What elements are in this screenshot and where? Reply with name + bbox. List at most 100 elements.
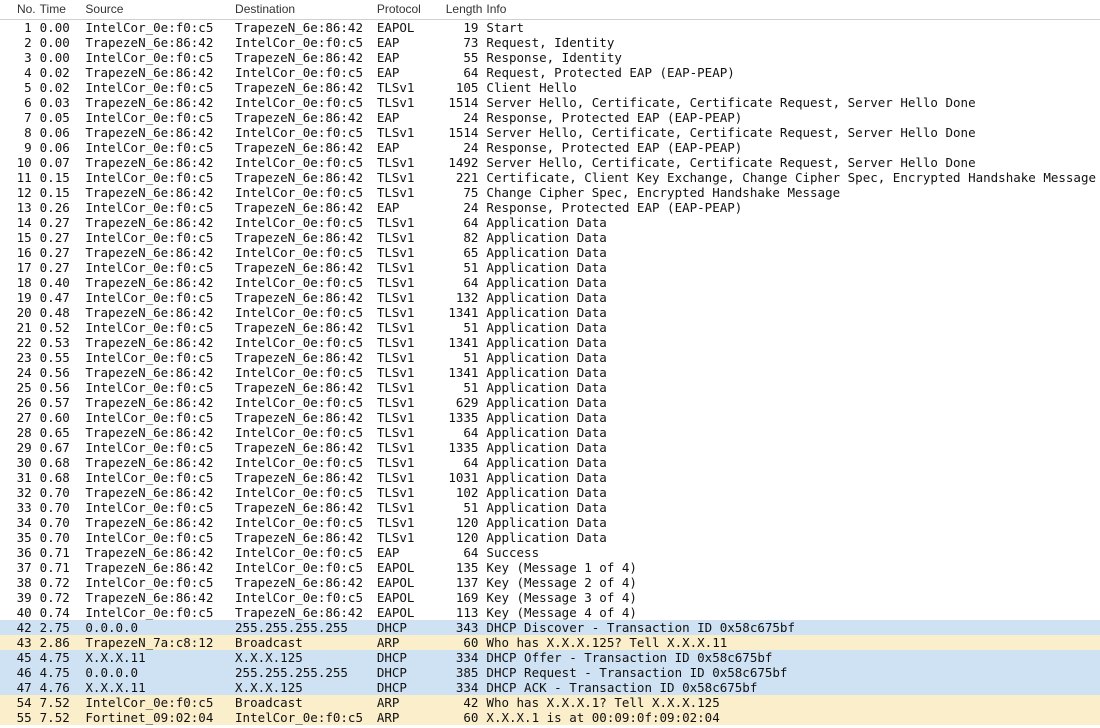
packet-row[interactable]: 390.72TrapezeN_6e:86:42IntelCor_0e:f0:c5…: [0, 590, 1100, 605]
packet-row[interactable]: 120.15TrapezeN_6e:86:42IntelCor_0e:f0:c5…: [0, 185, 1100, 200]
column-header-source[interactable]: Source: [85, 0, 235, 20]
packet-row[interactable]: 180.40TrapezeN_6e:86:42IntelCor_0e:f0:c5…: [0, 275, 1100, 290]
cell-time: 0.55: [40, 350, 86, 365]
packet-row[interactable]: 330.70IntelCor_0e:f0:c5TrapezeN_6e:86:42…: [0, 500, 1100, 515]
cell-source: IntelCor_0e:f0:c5: [85, 140, 235, 155]
cell-length: 334: [439, 680, 487, 695]
cell-destination: TrapezeN_6e:86:42: [235, 50, 377, 65]
packet-row[interactable]: 200.48TrapezeN_6e:86:42IntelCor_0e:f0:c5…: [0, 305, 1100, 320]
cell-no: 15: [0, 230, 40, 245]
packet-row[interactable]: 432.86TrapezeN_7a:c8:12BroadcastARP60Who…: [0, 635, 1100, 650]
packet-row[interactable]: 140.27TrapezeN_6e:86:42IntelCor_0e:f0:c5…: [0, 215, 1100, 230]
packet-row[interactable]: 474.76 X.X.X.11 X.X.X.125DHCP334DHCP ACK…: [0, 680, 1100, 695]
packet-list-header[interactable]: No. Time Source Destination Protocol Len…: [0, 0, 1100, 20]
cell-time: 0.27: [40, 245, 86, 260]
packet-row[interactable]: 40.02TrapezeN_6e:86:42IntelCor_0e:f0:c5E…: [0, 65, 1100, 80]
packet-row[interactable]: 250.56IntelCor_0e:f0:c5TrapezeN_6e:86:42…: [0, 380, 1100, 395]
packet-row[interactable]: 190.47IntelCor_0e:f0:c5TrapezeN_6e:86:42…: [0, 290, 1100, 305]
packet-row[interactable]: 150.27IntelCor_0e:f0:c5TrapezeN_6e:86:42…: [0, 230, 1100, 245]
cell-protocol: EAPOL: [377, 20, 439, 36]
packet-row[interactable]: 422.750.0.0.0255.255.255.255DHCP343DHCP …: [0, 620, 1100, 635]
cell-info: Application Data: [486, 365, 1100, 380]
packet-row[interactable]: 50.02IntelCor_0e:f0:c5TrapezeN_6e:86:42T…: [0, 80, 1100, 95]
cell-time: 0.03: [40, 95, 86, 110]
packet-row[interactable]: 80.06TrapezeN_6e:86:42IntelCor_0e:f0:c5T…: [0, 125, 1100, 140]
cell-protocol: TLSv1: [377, 320, 439, 335]
packet-row[interactable]: 240.56TrapezeN_6e:86:42IntelCor_0e:f0:c5…: [0, 365, 1100, 380]
cell-no: 12: [0, 185, 40, 200]
packet-row[interactable]: 350.70IntelCor_0e:f0:c5TrapezeN_6e:86:42…: [0, 530, 1100, 545]
cell-protocol: TLSv1: [377, 230, 439, 245]
packet-row[interactable]: 310.68IntelCor_0e:f0:c5TrapezeN_6e:86:42…: [0, 470, 1100, 485]
packet-row[interactable]: 160.27TrapezeN_6e:86:42IntelCor_0e:f0:c5…: [0, 245, 1100, 260]
cell-destination: IntelCor_0e:f0:c5: [235, 305, 377, 320]
packet-row[interactable]: 260.57TrapezeN_6e:86:42IntelCor_0e:f0:c5…: [0, 395, 1100, 410]
packet-row[interactable]: 110.15IntelCor_0e:f0:c5TrapezeN_6e:86:42…: [0, 170, 1100, 185]
packet-row[interactable]: 230.55IntelCor_0e:f0:c5TrapezeN_6e:86:42…: [0, 350, 1100, 365]
packet-row[interactable]: 210.52IntelCor_0e:f0:c5TrapezeN_6e:86:42…: [0, 320, 1100, 335]
cell-length: 60: [439, 710, 487, 725]
packet-row[interactable]: 320.70TrapezeN_6e:86:42IntelCor_0e:f0:c5…: [0, 485, 1100, 500]
cell-no: 10: [0, 155, 40, 170]
packet-row[interactable]: 70.05IntelCor_0e:f0:c5TrapezeN_6e:86:42E…: [0, 110, 1100, 125]
cell-protocol: DHCP: [377, 680, 439, 695]
cell-info: Start: [486, 20, 1100, 36]
cell-time: 2.75: [40, 620, 86, 635]
cell-length: 24: [439, 110, 487, 125]
cell-destination: IntelCor_0e:f0:c5: [235, 65, 377, 80]
packet-row[interactable]: 360.71TrapezeN_6e:86:42IntelCor_0e:f0:c5…: [0, 545, 1100, 560]
cell-time: 0.60: [40, 410, 86, 425]
cell-length: 19: [439, 20, 487, 36]
cell-protocol: TLSv1: [377, 275, 439, 290]
cell-source: TrapezeN_6e:86:42: [85, 395, 235, 410]
packet-row[interactable]: 280.65TrapezeN_6e:86:42IntelCor_0e:f0:c5…: [0, 425, 1100, 440]
packet-row[interactable]: 130.26IntelCor_0e:f0:c5TrapezeN_6e:86:42…: [0, 200, 1100, 215]
packet-row[interactable]: 170.27IntelCor_0e:f0:c5TrapezeN_6e:86:42…: [0, 260, 1100, 275]
packet-row[interactable]: 557.52Fortinet_09:02:04IntelCor_0e:f0:c5…: [0, 710, 1100, 725]
cell-time: 0.72: [40, 590, 86, 605]
packet-row[interactable]: 380.72IntelCor_0e:f0:c5TrapezeN_6e:86:42…: [0, 575, 1100, 590]
cell-no: 7: [0, 110, 40, 125]
cell-source: IntelCor_0e:f0:c5: [85, 50, 235, 65]
cell-info: Application Data: [486, 530, 1100, 545]
packet-row[interactable]: 90.06IntelCor_0e:f0:c5TrapezeN_6e:86:42E…: [0, 140, 1100, 155]
packet-row[interactable]: 454.75 X.X.X.11 X.X.X.125DHCP334DHCP Off…: [0, 650, 1100, 665]
cell-length: 73: [439, 35, 487, 50]
packet-row[interactable]: 220.53TrapezeN_6e:86:42IntelCor_0e:f0:c5…: [0, 335, 1100, 350]
cell-destination: TrapezeN_6e:86:42: [235, 530, 377, 545]
packet-row[interactable]: 30.00IntelCor_0e:f0:c5TrapezeN_6e:86:42E…: [0, 50, 1100, 65]
cell-no: 42: [0, 620, 40, 635]
cell-destination: IntelCor_0e:f0:c5: [235, 95, 377, 110]
column-header-length[interactable]: Length: [439, 0, 487, 20]
cell-length: 64: [439, 215, 487, 230]
cell-no: 17: [0, 260, 40, 275]
column-header-destination[interactable]: Destination: [235, 0, 377, 20]
packet-row[interactable]: 300.68TrapezeN_6e:86:42IntelCor_0e:f0:c5…: [0, 455, 1100, 470]
column-header-no[interactable]: No.: [0, 0, 40, 20]
packet-row[interactable]: 10.00IntelCor_0e:f0:c5TrapezeN_6e:86:42E…: [0, 20, 1100, 36]
packet-row[interactable]: 370.71TrapezeN_6e:86:42IntelCor_0e:f0:c5…: [0, 560, 1100, 575]
cell-no: 55: [0, 710, 40, 725]
column-header-time[interactable]: Time: [40, 0, 86, 20]
cell-source: IntelCor_0e:f0:c5: [85, 410, 235, 425]
cell-destination: IntelCor_0e:f0:c5: [235, 35, 377, 50]
cell-info: Application Data: [486, 395, 1100, 410]
packet-row[interactable]: 100.07TrapezeN_6e:86:42IntelCor_0e:f0:c5…: [0, 155, 1100, 170]
cell-no: 8: [0, 125, 40, 140]
packet-row[interactable]: 547.52IntelCor_0e:f0:c5BroadcastARP42Who…: [0, 695, 1100, 710]
packet-row[interactable]: 464.750.0.0.0255.255.255.255DHCP385DHCP …: [0, 665, 1100, 680]
cell-protocol: TLSv1: [377, 290, 439, 305]
packet-row[interactable]: 400.74IntelCor_0e:f0:c5TrapezeN_6e:86:42…: [0, 605, 1100, 620]
column-header-protocol[interactable]: Protocol: [377, 0, 439, 20]
packet-row[interactable]: 340.70TrapezeN_6e:86:42IntelCor_0e:f0:c5…: [0, 515, 1100, 530]
column-header-info[interactable]: Info: [486, 0, 1100, 20]
cell-no: 19: [0, 290, 40, 305]
cell-length: 120: [439, 515, 487, 530]
packet-row[interactable]: 270.60IntelCor_0e:f0:c5TrapezeN_6e:86:42…: [0, 410, 1100, 425]
packet-row[interactable]: 20.00TrapezeN_6e:86:42IntelCor_0e:f0:c5E…: [0, 35, 1100, 50]
cell-length: 51: [439, 320, 487, 335]
cell-protocol: TLSv1: [377, 185, 439, 200]
packet-row[interactable]: 60.03TrapezeN_6e:86:42IntelCor_0e:f0:c5T…: [0, 95, 1100, 110]
cell-protocol: TLSv1: [377, 95, 439, 110]
packet-row[interactable]: 290.67IntelCor_0e:f0:c5TrapezeN_6e:86:42…: [0, 440, 1100, 455]
